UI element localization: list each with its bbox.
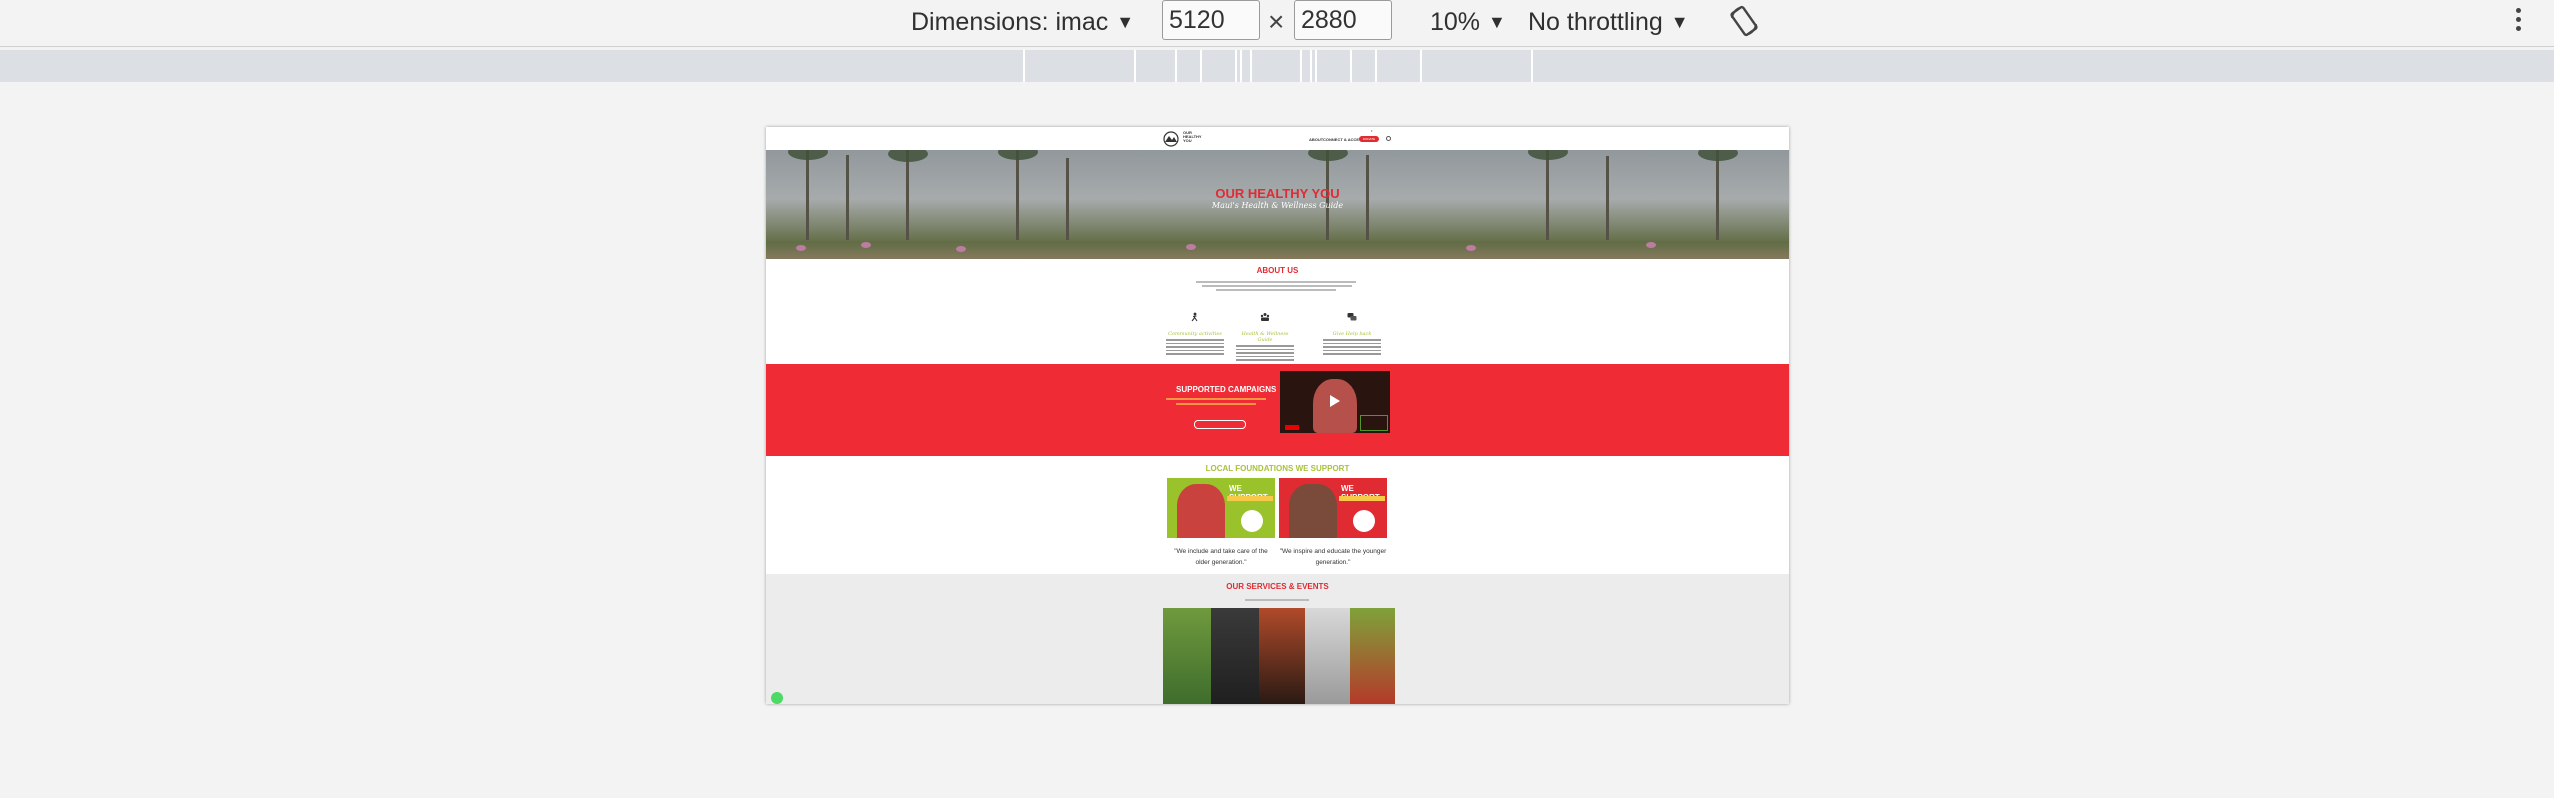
media-query-segment[interactable] [1315,50,1317,82]
feature-text [1321,339,1383,355]
height-input[interactable] [1294,0,1392,40]
foundation-photo [1289,484,1337,538]
campaigns-button[interactable] [1194,420,1246,429]
feature-text [1234,345,1296,361]
foundation-seal-icon [1353,510,1375,532]
search-icon[interactable] [1386,136,1391,141]
caret-down-icon: ▼ [1670,12,1689,32]
services-section: OUR SERVICES & EVENTS [766,574,1789,704]
foundation-seal-icon [1241,510,1263,532]
feature-give-back: Give Help back [1321,309,1383,357]
dimension-separator: × [1268,6,1285,37]
video-overlay-graphic [1360,415,1388,431]
nav-link-about[interactable]: ABOUT [1309,137,1323,142]
media-query-segment[interactable] [1420,50,1422,82]
foundation-card-strip [1339,496,1385,501]
whatsapp-chat-icon[interactable] [771,692,783,704]
media-query-segment[interactable] [1350,50,1352,82]
site-logo-text: OUR HEALTHY YOU [1183,130,1202,143]
foundations-section: LOCAL FOUNDATIONS WE SUPPORT WE SUPPORT … [766,456,1789,574]
foundation-card-strip [1227,496,1273,501]
donate-button[interactable]: DONATE [1359,136,1379,142]
foundation-photo [1177,484,1225,538]
services-subtitle [1245,599,1309,601]
media-query-segment[interactable] [1175,50,1177,82]
play-icon[interactable] [1330,395,1340,407]
service-photo-outdoor[interactable] [1350,608,1395,704]
site-header: OUR HEALTHY YOU ▾ ABOUT CONNECT & ACCESS… [766,127,1789,150]
service-photo-fitness[interactable] [1211,608,1259,704]
device-toolbar: Dimensions: imac ▼ × 10% ▼ No throttling ▼ [0,0,2554,47]
throttling-label: No throttling [1528,8,1663,36]
about-text [1196,281,1358,293]
media-query-segment[interactable] [1235,50,1237,82]
group-icon [1260,313,1270,321]
feature-community: Community activities [1164,309,1226,357]
services-title: OUR SERVICES & EVENTS [1226,582,1329,591]
campaign-video[interactable] [1280,371,1390,433]
running-person-icon [1191,312,1198,322]
media-query-bar[interactable] [0,50,2554,82]
hero-banner: OUR HEALTHY YOU Maui's Health & Wellness… [766,150,1789,259]
foundation-card-youth[interactable]: WE SUPPORT [1279,478,1387,538]
zoom-dropdown[interactable]: 10% ▼ [1430,6,1506,38]
device-dimensions-dropdown[interactable]: Dimensions: imac ▼ [911,6,1134,38]
feature-guide: Health & Wellness Guide [1234,309,1296,363]
feature-title: Community activities [1168,331,1222,337]
feature-title: Give Help back [1332,331,1372,337]
zoom-label: 10% [1430,8,1481,36]
throttling-dropdown[interactable]: No throttling ▼ [1528,6,1689,38]
service-photo-office[interactable] [1305,608,1350,704]
campaigns-title: SUPPORTED CAMPAIGNS [1176,385,1277,394]
about-title: ABOUT US [1256,266,1299,275]
device-dimensions-label: Dimensions: imac [911,8,1109,36]
foundation-card-elderly[interactable]: WE SUPPORT [1167,478,1275,538]
more-options-icon[interactable] [2514,6,2522,38]
about-section: ABOUT US Community activities Health & W… [766,259,1789,364]
hero-title: OUR HEALTHY YOU [1215,186,1340,201]
foundations-title: LOCAL FOUNDATIONS WE SUPPORT [1205,464,1350,473]
language-selector[interactable]: ▾ [1371,129,1373,133]
youtube-logo-icon [1285,425,1299,430]
media-query-segment[interactable] [1375,50,1377,82]
foundation-quote: "We inspire and educate the younger gene… [1279,548,1387,566]
rotate-icon[interactable] [1729,4,1759,38]
media-query-segment[interactable] [1134,50,1136,82]
foundation-quote: "We include and take care of the older g… [1174,548,1268,566]
width-input[interactable] [1162,0,1260,40]
media-query-segment[interactable] [1200,50,1202,82]
media-query-segment[interactable] [1250,50,1252,82]
media-query-segment[interactable] [1531,50,1533,82]
service-photo-yoga[interactable] [1163,608,1211,704]
hero-subtitle: Maui's Health & Wellness Guide [1211,201,1344,210]
campaigns-section: SUPPORTED CAMPAIGNS [766,364,1789,456]
service-photo-event[interactable] [1259,608,1305,704]
media-query-segment[interactable] [1310,50,1312,82]
caret-down-icon: ▼ [1488,12,1506,32]
device-viewport[interactable]: OUR HEALTHY YOU ▾ ABOUT CONNECT & ACCESS… [766,127,1789,704]
feature-text [1164,339,1226,355]
caret-down-icon: ▼ [1116,12,1135,32]
campaigns-text [1166,398,1266,408]
media-query-segment[interactable] [1300,50,1302,82]
chat-bubbles-icon [1347,313,1357,321]
media-query-segment[interactable] [1023,50,1025,82]
media-query-segment[interactable] [1240,50,1242,82]
feature-title: Health & Wellness Guide [1241,331,1289,343]
